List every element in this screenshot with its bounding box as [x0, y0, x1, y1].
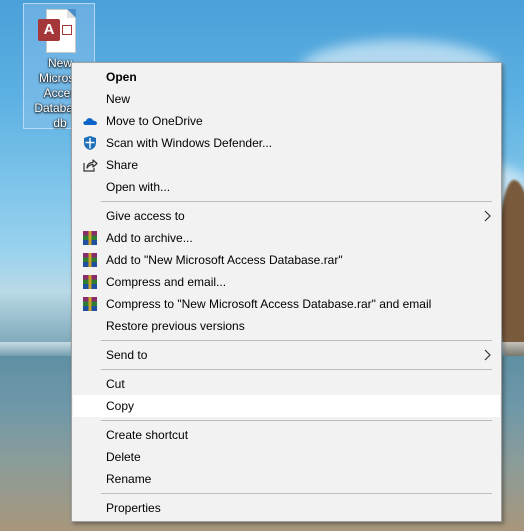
menu-item-properties[interactable]: Properties	[73, 497, 500, 519]
menu-item-label: Properties	[106, 501, 161, 515]
menu-item-label: Open with...	[106, 180, 171, 194]
menu-item-create-shortcut[interactable]: Create shortcut	[73, 424, 500, 446]
access-badge: A	[38, 19, 60, 41]
menu-item-send-to[interactable]: Send to	[73, 344, 500, 366]
menu-separator	[101, 493, 492, 494]
winrar-icon	[83, 231, 97, 245]
menu-item-give-access-to[interactable]: Give access to	[73, 205, 500, 227]
menu-item-label: Compress and email...	[106, 275, 227, 289]
menu-item-add-to-rar[interactable]: Add to "New Microsoft Access Database.ra…	[73, 249, 500, 271]
menu-item-label: Open	[106, 70, 137, 84]
winrar-icon	[83, 275, 97, 289]
menu-separator	[101, 420, 492, 421]
menu-item-label: Give access to	[106, 209, 185, 223]
menu-item-label: Add to archive...	[106, 231, 193, 245]
menu-item-label: Copy	[106, 399, 135, 413]
menu-item-open-with[interactable]: Open with...	[73, 176, 500, 198]
winrar-icon	[83, 297, 97, 311]
share-icon	[83, 159, 98, 172]
menu-item-label: Restore previous versions	[106, 319, 245, 333]
menu-separator	[101, 369, 492, 370]
menu-item-scan-defender[interactable]: Scan with Windows Defender...	[73, 132, 500, 154]
menu-item-label: Move to OneDrive	[106, 114, 203, 128]
menu-item-label: Cut	[106, 377, 125, 391]
menu-separator	[101, 340, 492, 341]
menu-item-label: Share	[106, 158, 139, 172]
menu-item-add-to-archive[interactable]: Add to archive...	[73, 227, 500, 249]
menu-item-label: Delete	[106, 450, 141, 464]
menu-item-label: Compress to "New Microsoft Access Databa…	[106, 297, 432, 311]
winrar-icon	[83, 253, 97, 267]
onedrive-icon	[83, 118, 97, 125]
defender-icon	[84, 136, 96, 150]
menu-item-rename[interactable]: Rename	[73, 468, 500, 490]
menu-item-new[interactable]: New	[73, 88, 500, 110]
menu-item-cut[interactable]: Cut	[73, 373, 500, 395]
menu-item-label: Add to "New Microsoft Access Database.ra…	[106, 253, 343, 267]
menu-item-delete[interactable]: Delete	[73, 446, 500, 468]
menu-item-label: Create shortcut	[106, 428, 189, 442]
menu-item-label: Send to	[106, 348, 148, 362]
menu-item-share[interactable]: Share	[73, 154, 500, 176]
menu-item-open[interactable]: Open	[73, 66, 500, 88]
menu-item-label: Scan with Windows Defender...	[106, 136, 273, 150]
menu-item-compress-to-rar-and-email[interactable]: Compress to "New Microsoft Access Databa…	[73, 293, 500, 315]
menu-item-copy[interactable]: Copy	[73, 395, 500, 417]
menu-separator	[101, 201, 492, 202]
menu-item-restore-previous-versions[interactable]: Restore previous versions	[73, 315, 500, 337]
menu-item-compress-and-email[interactable]: Compress and email...	[73, 271, 500, 293]
menu-item-label: New	[106, 92, 131, 106]
access-file-icon: A	[38, 9, 76, 53]
menu-item-label: Rename	[106, 472, 152, 486]
chevron-right-icon	[484, 349, 491, 361]
context-menu: Open New Move to OneDrive Scan with Wind…	[71, 62, 502, 522]
menu-item-move-to-onedrive[interactable]: Move to OneDrive	[73, 110, 500, 132]
chevron-right-icon	[484, 210, 491, 222]
